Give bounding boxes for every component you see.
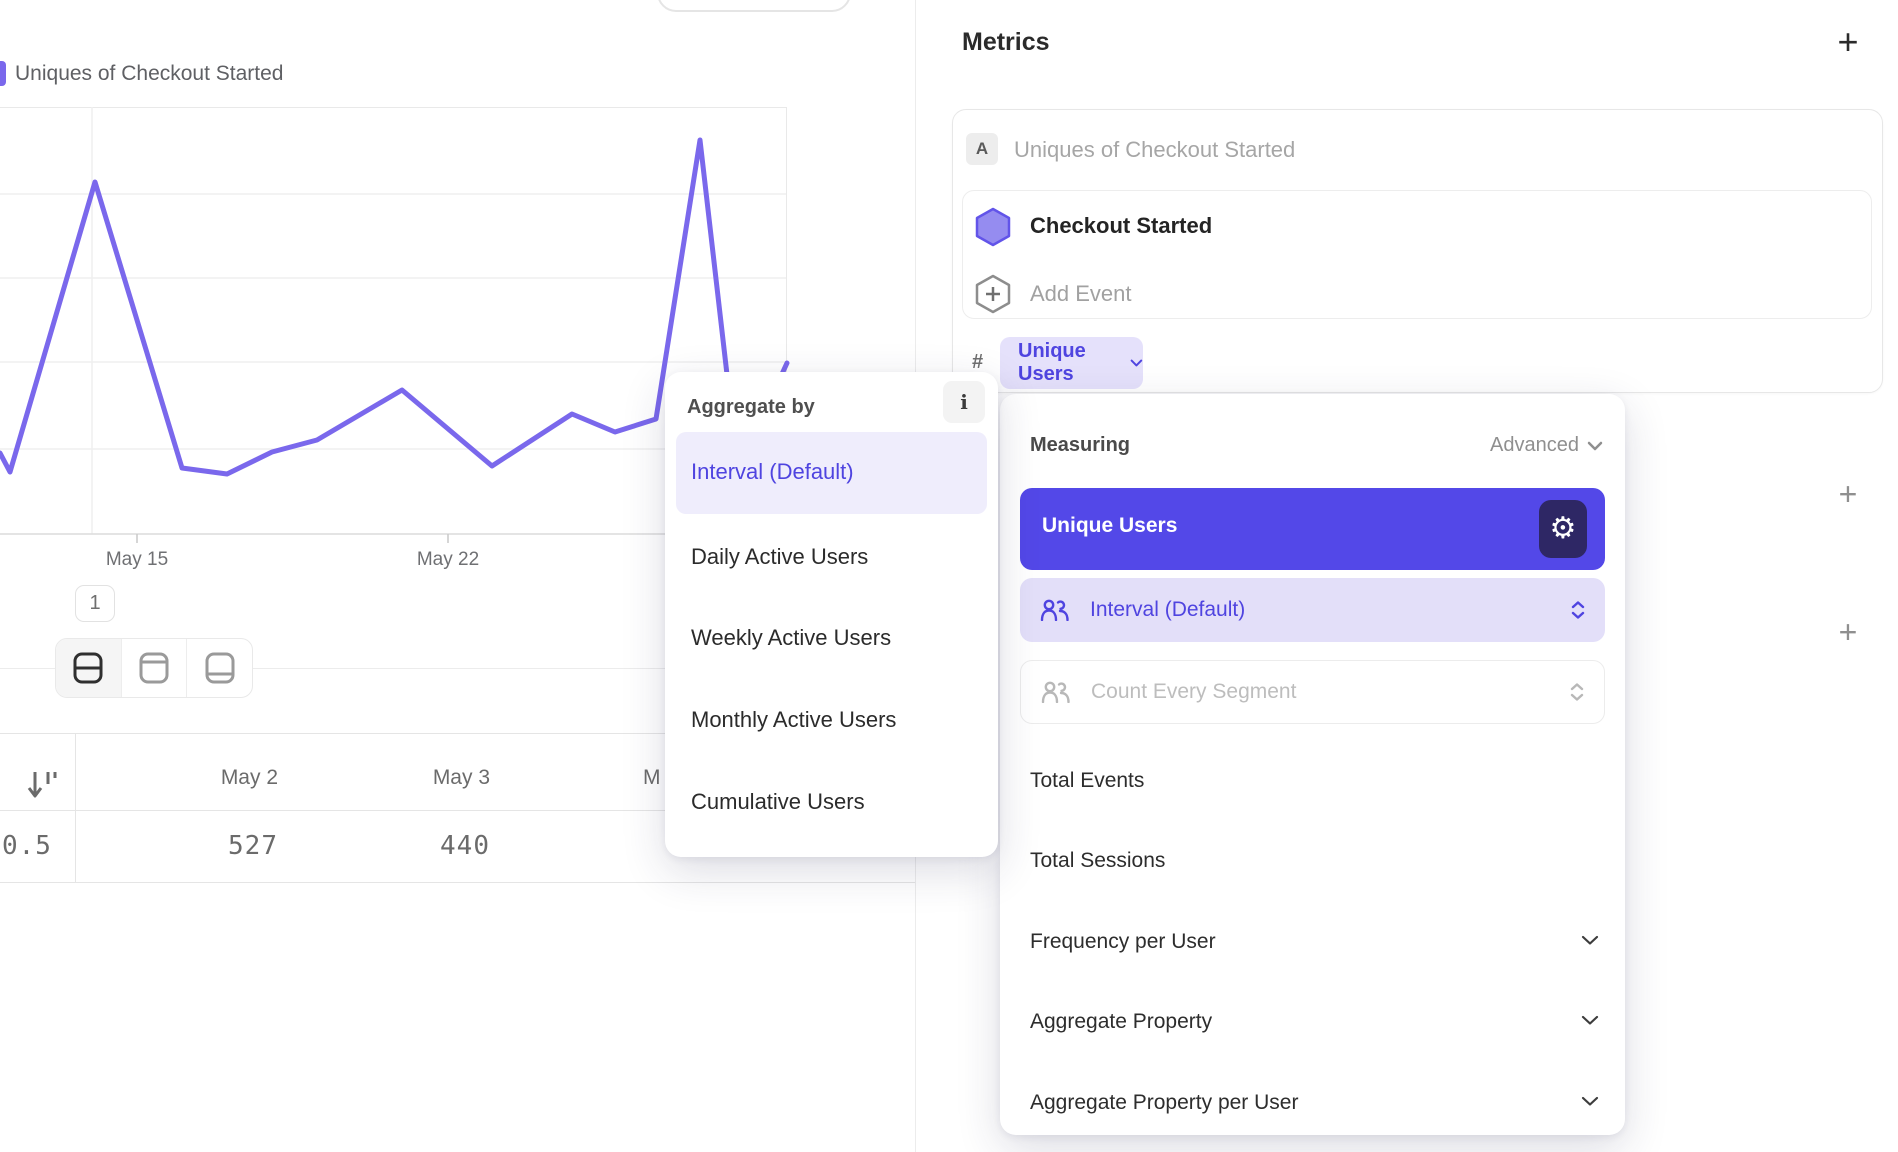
measure-option-unique-users[interactable]: Unique Users ⚙ [1020,488,1605,570]
table-header-may2[interactable]: May 2 [118,766,278,790]
toolbar-pill-button[interactable] [657,0,851,12]
interval-selector[interactable]: Interval (Default) [1020,578,1605,642]
legend-swatch [0,61,6,86]
metrics-panel-title: Metrics [962,28,1050,57]
measurement-chip-label: Unique Users [1018,340,1121,386]
unfold-icon [1571,601,1585,619]
bottom-bar-icon [203,651,237,685]
measure-option-aggregate-property[interactable]: Aggregate Property [1030,1007,1212,1037]
add-filter-button[interactable]: + [1828,474,1868,514]
x-axis-label-may15: May 15 [92,549,182,571]
table-column-divider [75,733,76,882]
add-event-button[interactable]: Add Event [1030,281,1132,307]
metric-series-name[interactable]: Uniques of Checkout Started [1014,137,1295,162]
chevron-down-icon[interactable] [1581,1096,1599,1107]
layout-segmented-control [55,638,253,698]
event-hexagon-icon [975,207,1011,247]
unfold-icon [1570,683,1584,701]
table-border [0,882,915,883]
chevron-down-icon[interactable] [1581,935,1599,946]
measurement-chip[interactable]: Unique Users [1000,337,1143,389]
users-icon [1041,681,1071,703]
advanced-label: Advanced [1490,434,1579,457]
app-canvas: Uniques of Checkout Started May 15 May 2… [0,0,1898,1152]
x-axis-label-may22: May 22 [403,549,493,571]
aggregate-option-monthly-active-users[interactable]: Monthly Active Users [691,705,896,735]
layout-bottom-bar-button[interactable] [187,639,252,697]
gear-icon: ⚙ [1550,514,1577,544]
measure-option-frequency-per-user[interactable]: Frequency per User [1030,927,1216,957]
table-header-may3[interactable]: May 3 [330,766,490,790]
aggregate-option-interval[interactable]: Interval (Default) [676,432,987,514]
add-metric-button[interactable]: + [1828,22,1868,62]
top-bar-icon [137,651,171,685]
layout-split-rows-button[interactable] [56,639,122,697]
aggregate-option-label: Interval (Default) [691,459,854,485]
aggregate-by-popup: Aggregate by i Interval (Default) Daily … [665,372,998,857]
segment-count-selector[interactable]: Count Every Segment [1020,660,1605,724]
metric-row-badge: A [966,133,998,165]
interval-selector-label: Interval (Default) [1090,598,1551,622]
segment-count-label: Count Every Segment [1091,680,1550,704]
measure-option-label: Unique Users [1042,514,1177,538]
layout-top-bar-button[interactable] [122,639,188,697]
event-name[interactable]: Checkout Started [1030,213,1212,239]
aggregate-option-cumulative-users[interactable]: Cumulative Users [691,787,865,817]
split-rows-icon [71,651,105,685]
measure-option-aggregate-property-per-user[interactable]: Aggregate Property per User [1030,1088,1298,1118]
chevron-down-icon[interactable] [1581,1015,1599,1026]
measure-option-total-sessions[interactable]: Total Sessions [1030,846,1165,876]
add-breakdown-button[interactable]: + [1828,612,1868,652]
advanced-mode-toggle[interactable]: Advanced [1490,434,1603,457]
sort-descending-icon[interactable] [26,768,60,802]
aggregate-popup-title: Aggregate by [687,396,815,419]
measuring-popup: Measuring Advanced Unique Users ⚙ Interv… [1000,394,1625,1135]
table-cell-may3: 440 [330,831,490,861]
number-type-symbol: # [972,351,983,374]
info-button[interactable]: i [943,381,985,423]
measure-settings-button[interactable]: ⚙ [1539,500,1587,558]
aggregate-option-daily-active-users[interactable]: Daily Active Users [691,542,868,572]
table-row-label: 0.5 [2,831,62,861]
users-icon [1040,599,1070,621]
info-icon: i [960,390,968,414]
add-event-hexagon-icon [975,274,1011,314]
page-number-badge[interactable]: 1 [75,585,115,622]
table-cell-may2: 527 [118,831,278,861]
measure-option-total-events[interactable]: Total Events [1030,766,1144,796]
legend-label: Uniques of Checkout Started [15,61,284,86]
measuring-popup-title: Measuring [1030,434,1130,457]
chevron-down-icon [1130,358,1143,368]
aggregate-option-weekly-active-users[interactable]: Weekly Active Users [691,623,891,653]
chevron-down-icon [1587,441,1603,451]
